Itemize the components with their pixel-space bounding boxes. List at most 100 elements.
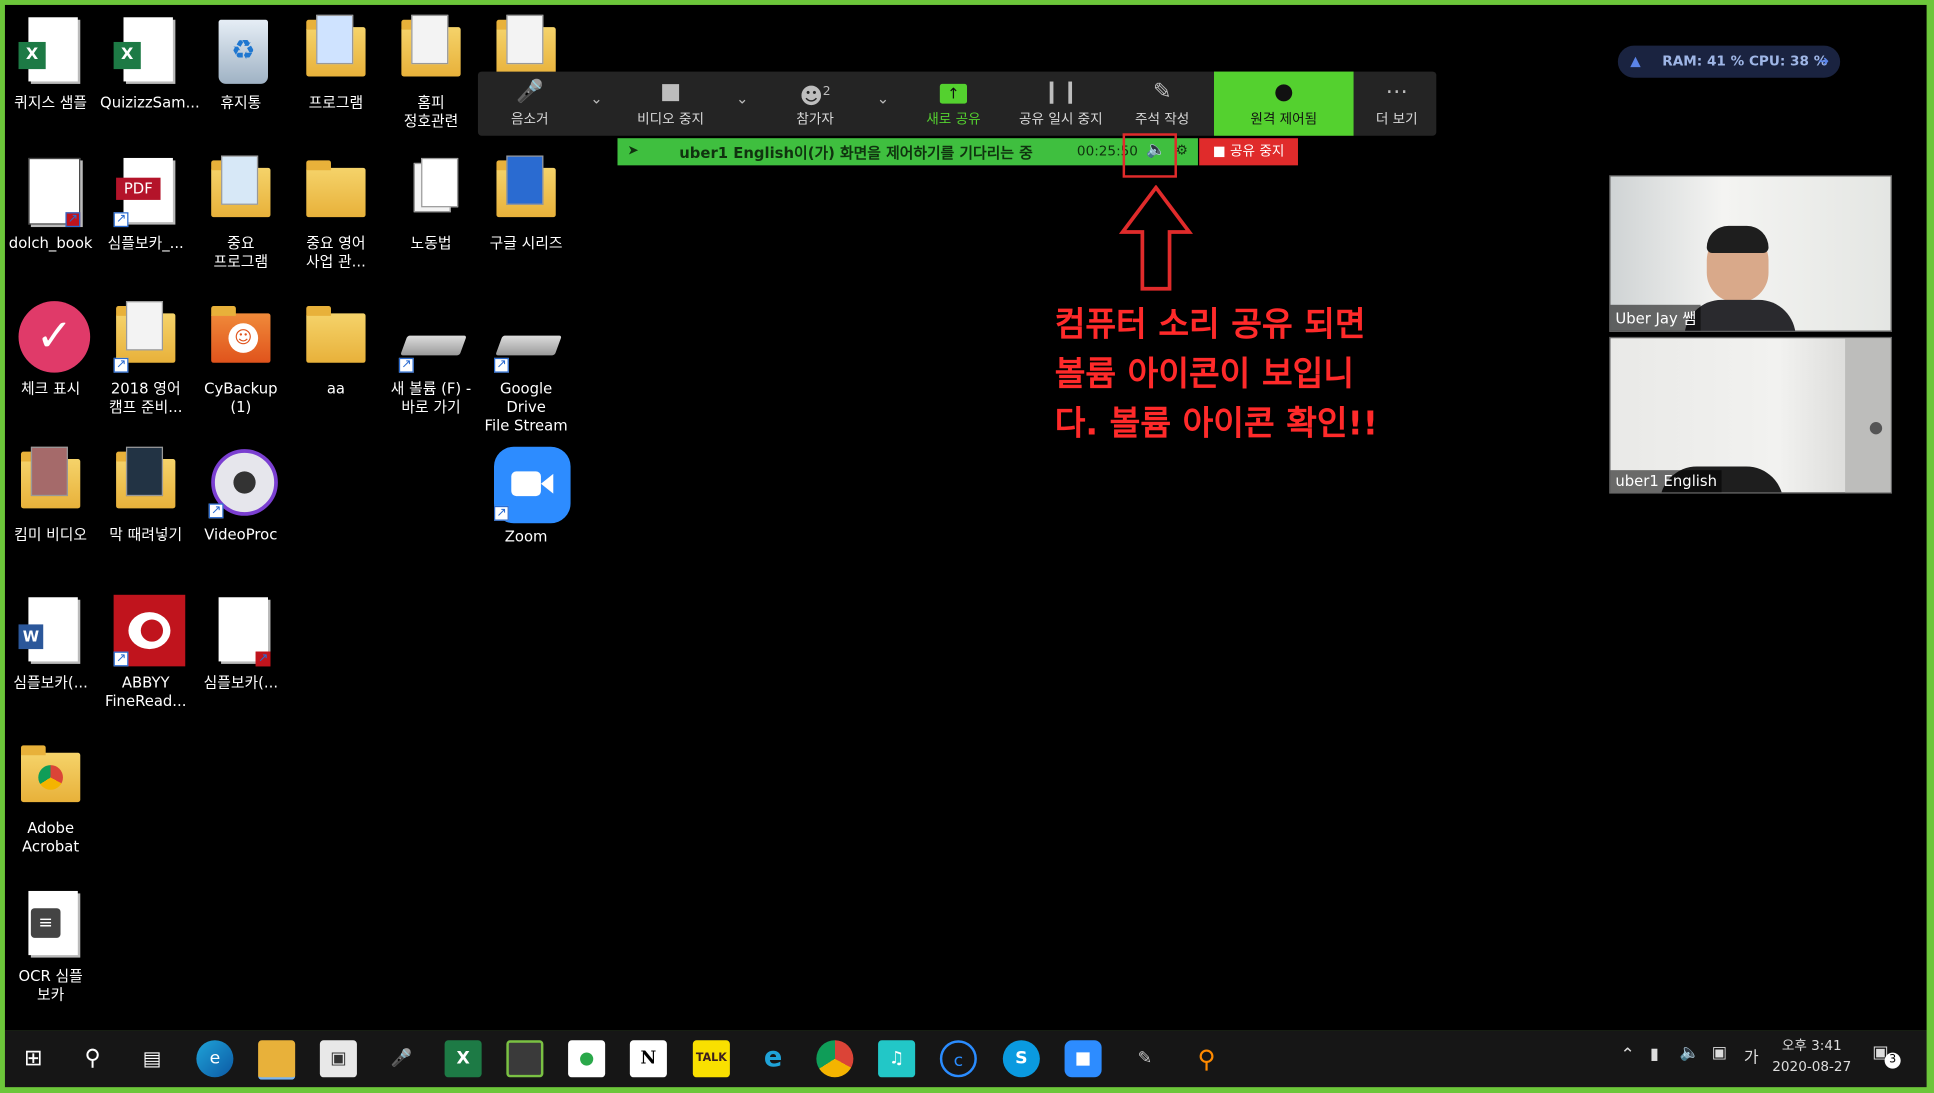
desktop-icon-camp-folder[interactable]: 2018 영어 캠프 준비... [100,299,191,417]
desktop-icon-label: Zoom [504,528,548,546]
desktop-icon-checkmark[interactable]: ✓ 체크 표시 [5,299,96,399]
system-monitor-widget: ▲ RAM: 41 % CPU: 38 % ➜ [1617,45,1841,78]
desktop-icon-google-drive[interactable]: Google Drive File Stream ... [480,328,571,454]
desktop-icon-label: 심플보카_... [107,234,184,252]
microphone-app-icon[interactable]: 🎤 [383,1040,420,1077]
evernote-icon[interactable]: ● [568,1040,606,1078]
kakaotalk-icon[interactable]: TALK [692,1040,730,1078]
desktop-icon-label: OCR 심플 보카 [18,967,83,1004]
participants-button[interactable]: ☻2 참가자 [774,72,856,136]
internet-explorer-icon[interactable]: e [755,1040,792,1077]
desktop-icon-adobe-acrobat[interactable]: Adobe Acrobat [5,738,96,856]
door-handle [1869,422,1883,435]
video-options-chevron-icon[interactable]: ⌄ [730,86,755,111]
skype-icon[interactable]: S [1002,1040,1040,1078]
desktop-icon-google-series[interactable]: 구글 시리즈 [480,153,571,253]
document-icon [206,592,275,669]
desktop-icon-simplevoca-doc[interactable]: 심플보카(... [195,592,286,692]
desktop-icon-dolch-book[interactable]: dolch_book [5,153,96,253]
windows-start-icon[interactable]: ⊞ [15,1040,52,1077]
desktop-icon-label: 새 볼륨 (F) - 바로 가기 [390,380,472,416]
search-icon[interactable]: ⚲ [74,1040,111,1077]
audio-options-chevron-icon[interactable]: ⌄ [584,86,609,111]
desktop: X 퀴지스 샘플 dolch_book ✓ 체크 표시 킴미 비디오 W 심플보… [4,4,1927,1031]
desktop-icon-quizizz[interactable]: X QuizizzSam... [100,12,200,112]
battery-icon[interactable]: ▮ [1650,1045,1659,1064]
participants-options-chevron-icon[interactable]: ⌄ [871,86,896,111]
annotate-button[interactable]: ✎ 주석 작성 [1123,72,1202,136]
zoom-share-toolbar: 🎤 음소거 ⌄ ■ 비디오 중지 ⌄ ☻2 참가자 ⌄ ↑ 새로 공유 ❙❙ 공… [477,71,1437,136]
desktop-icon-abbyy[interactable]: ABBYY FineRead... [100,592,191,710]
drag-handle-icon[interactable]: ➤ [627,142,638,158]
desktop-icon-label: 킴미 비디오 [14,525,88,543]
video-tile-uber-jay[interactable]: Uber Jay 쌤 [1609,175,1893,332]
settings-icon[interactable]: ⚙ [1176,142,1188,158]
participant-name: uber1 English [1610,470,1722,493]
folder-icon [301,299,370,376]
notion-icon[interactable]: N [629,1040,667,1078]
desktop-icon-label: Adobe Acrobat [22,819,80,856]
volume-highlight-box [1122,133,1177,178]
edge-browser-icon[interactable]: e [196,1040,234,1078]
desktop-icon-pdf[interactable]: PDF 심플보카_... [100,153,191,253]
excel-icon[interactable]: X [444,1040,482,1078]
desktop-icon-english-business[interactable]: 중요 영어 사업 관... [290,153,381,271]
desktop-icon-labor-law[interactable]: 노동법 [385,153,476,253]
speaker-icon[interactable]: 🔈 [1680,1044,1700,1063]
c-app-icon[interactable]: c [939,1040,977,1078]
clock[interactable]: 오후 3:41 2020-08-27 [1769,1035,1855,1077]
desktop-icon-label: 퀴지스 샘플 [14,93,88,112]
remote-control-button[interactable]: ● 원격 제어됨 [1214,71,1354,136]
file-explorer-icon[interactable] [258,1040,296,1080]
network-icon[interactable]: ▣ [1712,1044,1727,1063]
desktop-icon-excel-file[interactable]: X 퀴지스 샘플 [5,12,96,112]
notepad-icon[interactable] [506,1040,544,1078]
desktop-icon-label: 중요 영어 사업 관... [306,234,366,271]
chevron-up-icon[interactable]: ⌃ [1620,1045,1634,1065]
desktop-icon-aa-folder[interactable]: aa [290,299,381,399]
store-icon[interactable]: ▣ [319,1040,357,1078]
share-status-bar: ➤ uber1 English이(가) 화면을 제어하기를 기다리는 중 00:… [617,138,1198,166]
stop-video-button[interactable]: ■ 비디오 중지 [624,72,718,136]
desktop-icon-label: Google Drive File Stream ... [484,380,568,453]
remote-control-label: 원격 제어됨 [1250,111,1318,128]
desktop-icon-folder[interactable] [480,12,571,77]
mute-button[interactable]: 🎤 음소거 [493,72,567,136]
excel-file-icon: X [111,12,180,89]
desktop-icon-label: 프로그램 [308,93,364,112]
ime-indicator[interactable]: 가 [1744,1044,1759,1068]
zoom-taskbar-icon[interactable]: ■ [1064,1040,1102,1078]
video-tile-uber1-english[interactable]: uber1 English [1609,336,1893,494]
desktop-icon-important-programs[interactable]: 중요 프로그램 [195,153,286,271]
folder-icon [16,444,85,521]
task-view-icon[interactable]: ▤ [133,1040,170,1077]
participant-shirt [1684,299,1796,331]
annotate-label: 주석 작성 [1134,111,1190,128]
desktop-icon-cybackup[interactable]: ☺ CyBackup (1) [195,299,286,417]
pause-share-button[interactable]: ❙❙ 공유 일시 중지 [1009,72,1113,136]
red-arrow-icon [1118,185,1194,291]
stop-square-icon: ■ [1212,143,1226,160]
music-app-icon[interactable]: ♫ [878,1040,916,1078]
desktop-icon-kimmi-video[interactable]: 킴미 비디오 [5,444,96,544]
desktop-icon-programs-folder[interactable]: 프로그램 [290,12,381,112]
stop-video-label: 비디오 중지 [637,111,705,128]
arrow-right-icon[interactable]: ➜ [1818,46,1829,78]
desktop-icon-zoom[interactable]: Zoom [480,446,571,547]
desktop-icon-new-volume[interactable]: 새 볼륨 (F) - 바로 가기 [385,328,476,417]
desktop-icon-homepage-folder[interactable]: 홈피 정호관련 [385,12,476,130]
desktop-icon-word-file[interactable]: W 심플보카(... [5,592,96,692]
desktop-icon-videoproc[interactable]: VideoProc [195,444,286,544]
stop-share-button[interactable]: ■ 공유 중지 [1199,138,1298,166]
magnifier-app-icon[interactable]: ⚲ [1188,1040,1225,1077]
new-share-button[interactable]: ↑ 새로 공유 [913,72,995,136]
desktop-icon-recycle-bin[interactable]: ♻ 휴지통 [195,12,286,112]
paint-icon[interactable]: ✎ [1126,1040,1163,1077]
more-button[interactable]: ⋯ 더 보기 [1362,72,1431,136]
desktop-icon-dump-folder[interactable]: 막 때려넣기 [100,444,191,544]
film-reel-icon [206,444,278,521]
notification-icon[interactable]: ▣ 3 [1872,1043,1901,1069]
desktop-icon-ocr[interactable]: ≡ OCR 심플 보카 [5,886,96,1004]
desktop-icon-label: 중요 프로그램 [213,234,269,271]
chrome-icon[interactable] [816,1040,854,1078]
